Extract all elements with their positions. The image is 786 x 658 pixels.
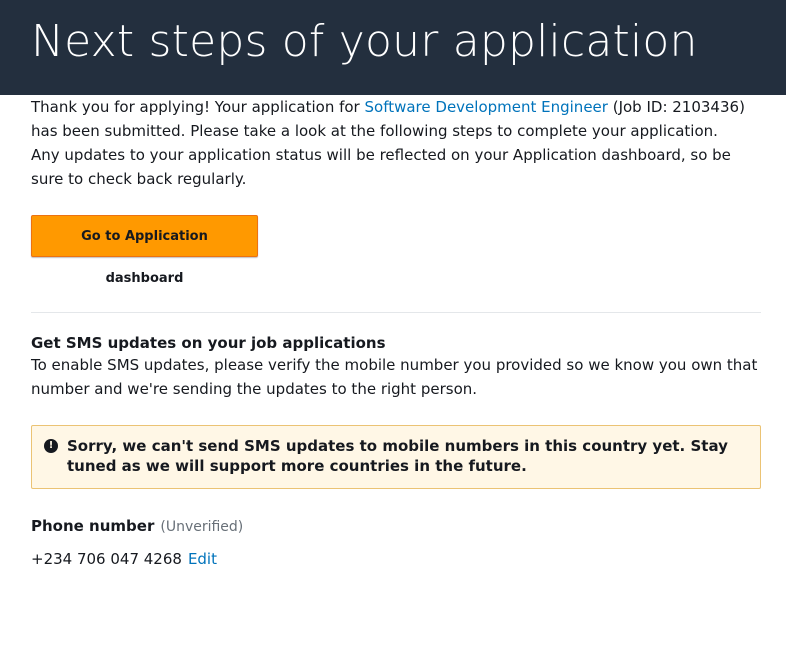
phone-number-value: +234 706 047 4268	[31, 550, 182, 568]
intro-paragraph: Thank you for applying! Your application…	[31, 95, 761, 143]
alert-message: Sorry, we can't send SMS updates to mobi…	[67, 437, 728, 475]
job-title-link[interactable]: Software Development Engineer	[365, 98, 608, 116]
section-divider	[31, 312, 761, 313]
page-title: Next steps of your application	[31, 16, 698, 67]
page-header: Next steps of your application	[0, 0, 786, 95]
sms-section-title: Get SMS updates on your job applications	[31, 334, 386, 352]
phone-label-row: Phone number (Unverified)	[31, 515, 761, 538]
phone-verification-status: (Unverified)	[160, 519, 244, 535]
intro-text-before: Thank you for applying! Your application…	[31, 98, 365, 116]
status-note-paragraph: Any updates to your application status w…	[31, 146, 731, 188]
phone-number-row: +234 706 047 4268 Edit	[31, 548, 761, 570]
phone-number-label: Phone number	[31, 517, 155, 535]
main-content: Thank you for applying! Your application…	[0, 95, 786, 570]
sms-description: To enable SMS updates, please verify the…	[31, 356, 758, 398]
sms-warning-alert: ! Sorry, we can't send SMS updates to mo…	[31, 425, 761, 489]
go-to-dashboard-button[interactable]: Go to Application dashboard	[31, 215, 258, 286]
warning-icon: !	[44, 439, 58, 453]
edit-phone-link[interactable]: Edit	[188, 550, 217, 568]
